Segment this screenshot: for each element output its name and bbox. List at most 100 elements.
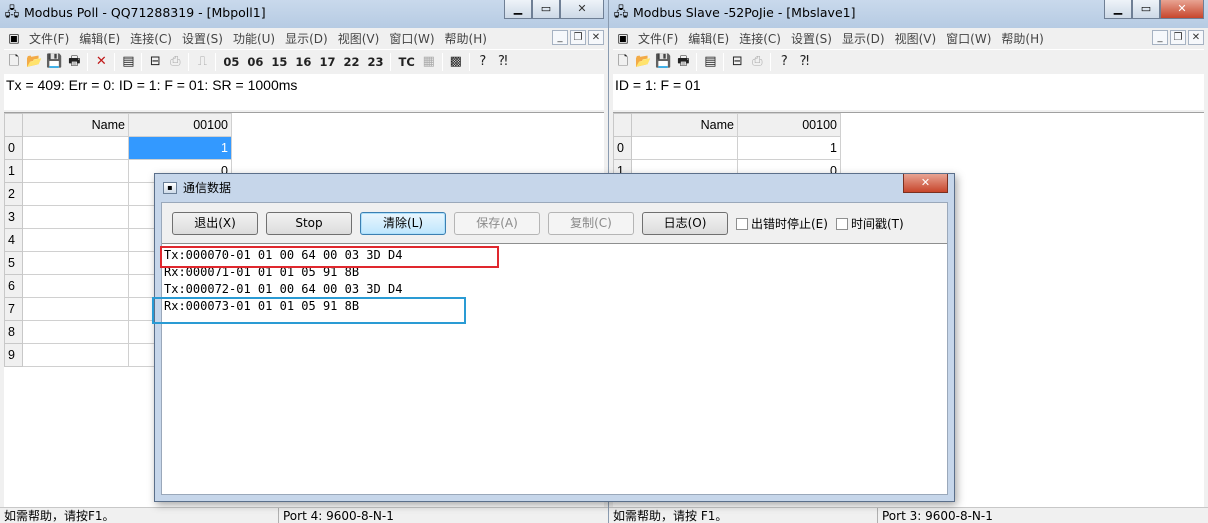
dialog-close-button[interactable]: ✕ (903, 174, 948, 193)
function-05-button[interactable]: 05 (219, 52, 243, 72)
menu-setup[interactable]: 设置(S) (786, 30, 837, 47)
name-cell[interactable] (22, 159, 129, 183)
context-help-icon[interactable]: ⁈ (794, 52, 814, 72)
name-cell[interactable] (22, 251, 129, 275)
clear-button[interactable]: 清除(L) (360, 212, 446, 235)
maximize-button[interactable]: ▭ (1132, 0, 1160, 19)
row-header[interactable]: 1 (4, 159, 23, 183)
name-cell[interactable] (22, 343, 129, 367)
pulse-icon[interactable]: ⎍ (192, 52, 212, 72)
mdi-close-button[interactable]: ✕ (588, 30, 604, 45)
menu-functions[interactable]: 功能(U) (228, 30, 280, 47)
window-icon[interactable]: ▤ (118, 52, 138, 72)
menu-window[interactable]: 窗口(W) (384, 30, 439, 47)
window-icon[interactable]: ▤ (700, 52, 720, 72)
exit-button[interactable]: 退出(X) (172, 212, 258, 235)
row-header[interactable]: 5 (4, 251, 23, 275)
traffic-button[interactable]: TC (394, 52, 418, 72)
save-icon[interactable]: 💾 (653, 52, 673, 72)
menu-setup[interactable]: 设置(S) (177, 30, 228, 47)
grid-corner (613, 113, 632, 137)
print-icon[interactable]: 🖶 (673, 52, 693, 72)
minimize-button[interactable]: ▁ (504, 0, 532, 19)
row-header[interactable]: 9 (4, 343, 23, 367)
traffic-log[interactable]: Tx:000070-01 01 00 64 00 03 3D D4 Rx:000… (152, 243, 947, 494)
row-header[interactable]: 6 (4, 274, 23, 298)
menu-help[interactable]: 帮助(H) (996, 30, 1048, 47)
save-button[interactable]: 保存(A) (454, 212, 540, 235)
menu-connect[interactable]: 连接(C) (734, 30, 786, 47)
stop-button[interactable]: Stop (266, 212, 352, 235)
new-file-icon[interactable]: 🗋 (4, 52, 24, 72)
function-23-button[interactable]: 23 (363, 52, 387, 72)
menu-edit[interactable]: 编辑(E) (683, 30, 734, 47)
mdi-restore-button[interactable]: ❐ (570, 30, 586, 45)
value-cell[interactable]: 1 (737, 136, 841, 160)
close-button[interactable]: ✕ (1160, 0, 1204, 19)
mdi-minimize-button[interactable]: _ (1152, 30, 1168, 45)
mdi-minimize-button[interactable]: _ (552, 30, 568, 45)
row-header[interactable]: 7 (4, 297, 23, 321)
name-cell[interactable] (22, 274, 129, 298)
new-file-icon[interactable]: 🗋 (613, 52, 633, 72)
chart-icon[interactable]: ▦ (419, 52, 439, 72)
close-button[interactable]: ✕ (560, 0, 604, 19)
open-folder-icon[interactable]: 📂 (633, 52, 653, 72)
function-22-button[interactable]: 22 (339, 52, 363, 72)
context-help-icon[interactable]: ⁈ (493, 52, 513, 72)
open-folder-icon[interactable]: 📂 (24, 52, 44, 72)
menu-display[interactable]: 显示(D) (837, 30, 890, 47)
checkbox-box[interactable] (736, 217, 748, 230)
checkbox-box[interactable] (835, 217, 848, 230)
function-17-button[interactable]: 17 (315, 52, 339, 72)
slave-titlebar[interactable]: 🖧 Modbus Slave -52PoJie - [Mbslave1] ▁ ▭… (609, 0, 1208, 28)
dialog-titlebar[interactable]: ▪ 通信数据 (163, 179, 231, 196)
toolbar-divider (87, 52, 89, 71)
help-icon[interactable]: ? (473, 52, 493, 72)
row-header[interactable]: 8 (4, 320, 23, 344)
minimize-button[interactable]: ▁ (1104, 0, 1132, 19)
mdi-close-button[interactable]: ✕ (1188, 30, 1204, 45)
value-cell[interactable]: 1 (128, 136, 232, 160)
menu-view[interactable]: 视图(V) (890, 30, 942, 47)
row-header[interactable]: 0 (4, 136, 23, 160)
save-icon[interactable]: 💾 (44, 52, 64, 72)
copy-button[interactable]: 复制(C) (548, 212, 634, 235)
printer-disabled-icon[interactable]: ⎙ (165, 52, 185, 72)
name-cell[interactable] (22, 228, 129, 252)
name-cell[interactable] (22, 320, 129, 344)
mdi-restore-button[interactable]: ❐ (1170, 30, 1186, 45)
menu-view[interactable]: 视图(V) (333, 30, 385, 47)
row-header[interactable]: 3 (4, 205, 23, 229)
printer-disabled-icon[interactable]: ⎙ (747, 52, 767, 72)
row-header[interactable]: 2 (4, 182, 23, 206)
function-16-button[interactable]: 16 (291, 52, 315, 72)
name-cell[interactable] (22, 182, 129, 206)
function-06-button[interactable]: 06 (243, 52, 267, 72)
menu-window[interactable]: 窗口(W) (941, 30, 996, 47)
name-cell[interactable] (22, 297, 129, 321)
row-header[interactable]: 4 (4, 228, 23, 252)
name-cell[interactable] (22, 205, 129, 229)
menu-file[interactable]: 文件(F) (24, 30, 74, 47)
menu-file[interactable]: 文件(F) (633, 30, 683, 47)
read-write-icon[interactable]: ⊟ (145, 52, 165, 72)
row-header[interactable]: 0 (613, 136, 632, 160)
print-icon[interactable]: 🖶 (64, 52, 84, 72)
help-icon[interactable]: ? (774, 52, 794, 72)
log-button[interactable]: 日志(O) (642, 212, 728, 235)
function-15-button[interactable]: 15 (267, 52, 291, 72)
timestamp-checkbox[interactable]: 时间戳(T) (835, 215, 904, 232)
poll-titlebar[interactable]: 🖧 Modbus Poll - QQ71288319 - [Mbpoll1] ▁… (0, 0, 608, 28)
monitor-icon[interactable]: ▩ (446, 52, 466, 72)
menu-connect[interactable]: 连接(C) (125, 30, 177, 47)
menu-display[interactable]: 显示(D) (280, 30, 333, 47)
read-write-icon[interactable]: ⊟ (727, 52, 747, 72)
name-cell[interactable] (631, 136, 738, 160)
maximize-button[interactable]: ▭ (532, 0, 560, 19)
disconnect-icon[interactable]: ✕ (91, 52, 111, 72)
stop-on-error-checkbox[interactable]: 出错时停止(E) (736, 215, 828, 232)
menu-edit[interactable]: 编辑(E) (74, 30, 125, 47)
menu-help[interactable]: 帮助(H) (440, 30, 492, 47)
name-cell[interactable] (22, 136, 129, 160)
